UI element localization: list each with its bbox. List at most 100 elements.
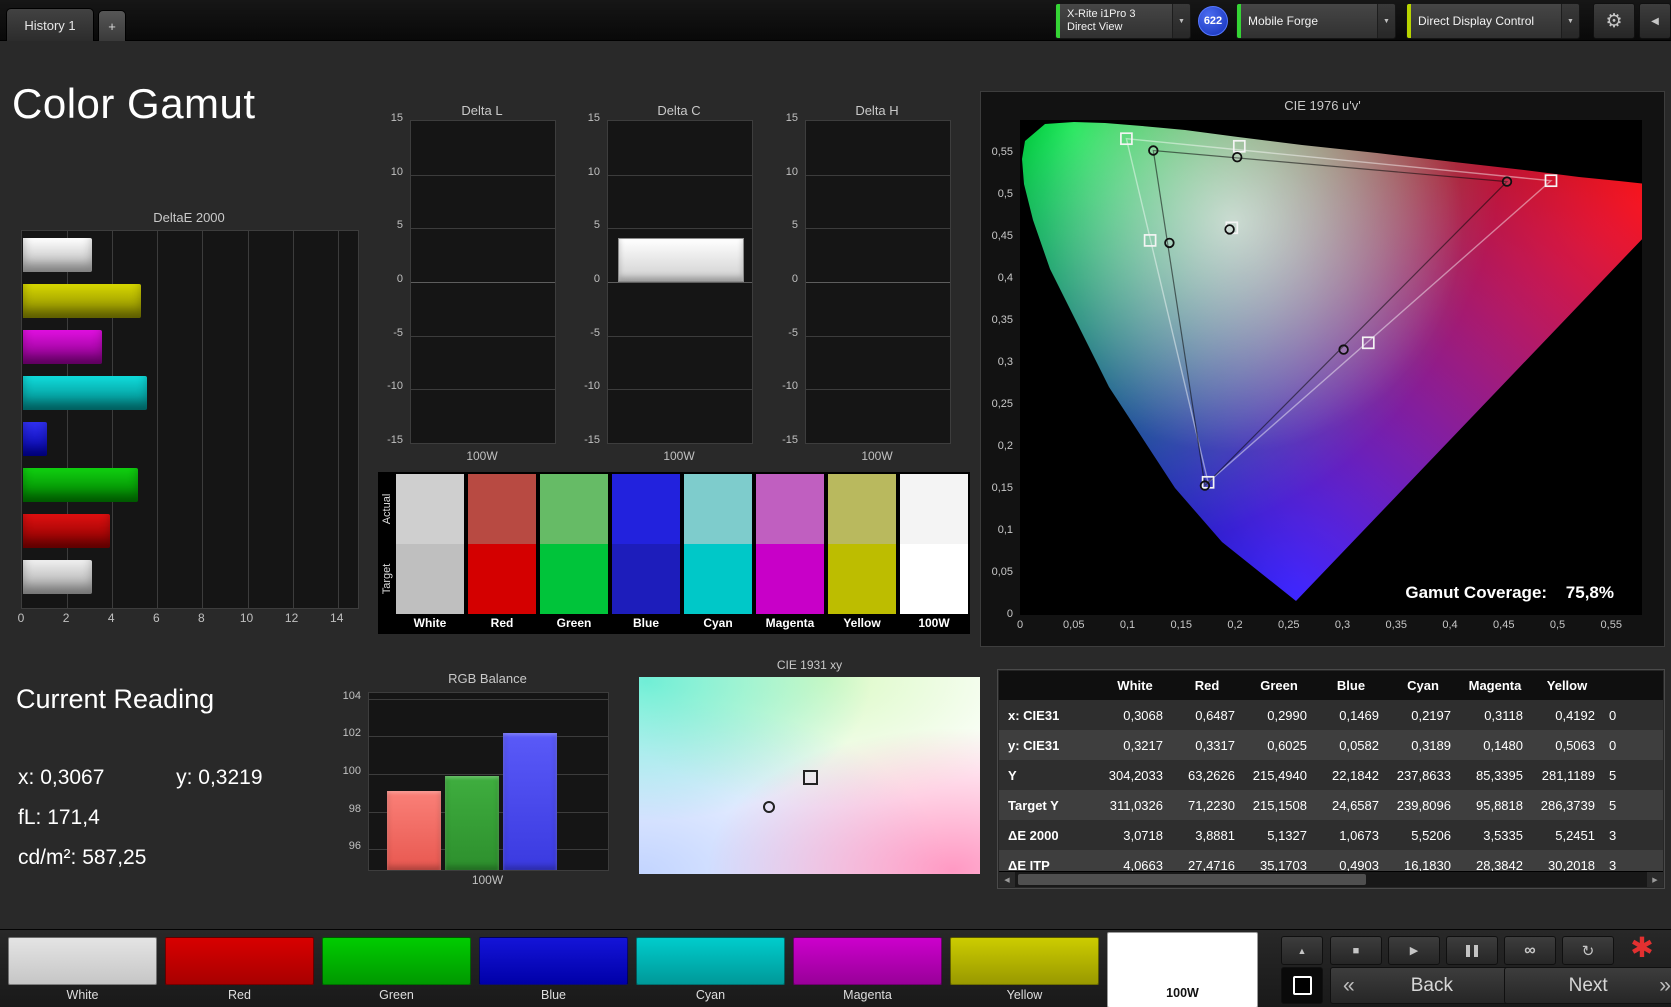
pattern-swatch	[1108, 933, 1257, 983]
alert-button[interactable]: ✱	[1618, 930, 1666, 964]
table-cell: 3,8881	[1195, 827, 1235, 843]
cie-xtick: 0,15	[1170, 619, 1192, 631]
cie-ytick: 0,4	[997, 272, 1013, 284]
table-cell-partial: 3	[1609, 857, 1617, 873]
cie1931-plot	[639, 677, 980, 874]
table-scrollbar[interactable]: ◀ ▶	[999, 871, 1663, 887]
table-col-header: Green	[1260, 678, 1298, 693]
scrollbar-track[interactable]	[1015, 872, 1647, 887]
back-button[interactable]: « Back	[1330, 967, 1522, 1004]
swatch-target	[612, 544, 680, 614]
table-row: ΔE ITP 4,0663 27,4716 35,1703 0,4903 16,1830 2…	[999, 850, 1663, 872]
meter-name: X-Rite i1Pro 3	[1067, 7, 1136, 20]
pause-button[interactable]	[1446, 936, 1498, 965]
plus-icon: +	[108, 18, 116, 34]
infinity-icon: ∞	[1524, 941, 1536, 959]
delta-gridline	[806, 335, 950, 337]
settings-button[interactable]: ⚙	[1593, 3, 1635, 39]
calibration-app: History 1 + X-Rite i1Pro 3 Direct View ▼…	[0, 0, 1671, 1007]
delta-gridline	[608, 282, 752, 283]
deltae-xtick: 6	[152, 611, 160, 625]
pattern-blue[interactable]: Blue	[479, 937, 628, 1003]
deltae-bar-100w	[23, 560, 93, 594]
delta-ytick: 0	[791, 273, 798, 285]
add-tab-button[interactable]: +	[98, 10, 126, 41]
pattern-up-button[interactable]: ▲	[1281, 936, 1323, 965]
deltae-bar-white	[23, 238, 93, 272]
delta-gridline	[411, 389, 555, 391]
pattern-100w[interactable]: 100W	[1107, 932, 1258, 1007]
cie-ytick: 0,2	[997, 440, 1013, 452]
table-col-header: Cyan	[1407, 678, 1439, 693]
delta-gridline	[608, 389, 752, 391]
pattern-swatch	[636, 937, 785, 985]
table-cell: 4,0663	[1123, 857, 1163, 873]
delta-ytick: -5	[788, 326, 798, 339]
pattern-red[interactable]: Red	[165, 937, 314, 1003]
table-cell: 0,1480	[1483, 737, 1523, 753]
swatch-label: Yellow	[843, 616, 881, 630]
scroll-right-icon[interactable]: ▶	[1647, 872, 1663, 887]
deltae-bar-green	[23, 468, 139, 502]
cie-plot: Gamut Coverage: 75,8%	[1020, 120, 1642, 615]
collapse-panel-button[interactable]: ◀	[1639, 3, 1671, 39]
target-row-label: Target	[381, 563, 393, 595]
delta-gridline	[806, 282, 950, 283]
delta-bar	[618, 238, 744, 282]
table-col-header: Yellow	[1546, 678, 1588, 693]
spectral-locus-fill	[1022, 122, 1642, 601]
pattern-green[interactable]: Green	[322, 937, 471, 1003]
delta-gridline	[806, 228, 950, 230]
table-cell-partial: 5	[1609, 797, 1617, 813]
delta-ytick: -10	[584, 380, 600, 393]
deltae-xtick: 12	[284, 611, 299, 625]
pattern-window-button[interactable]	[1281, 967, 1323, 1004]
next-button[interactable]: Next »	[1504, 967, 1671, 1004]
continuous-measure-button[interactable]: ∞	[1504, 936, 1556, 965]
rgb-ylabels: 104 102 100 98 96	[330, 690, 364, 869]
pause-icon	[1466, 944, 1470, 957]
tab-history[interactable]: History 1	[6, 8, 94, 41]
loop-icon: ↻	[1581, 942, 1595, 960]
delta-ytick: 15	[785, 112, 798, 124]
cie1931-target-marker	[802, 770, 818, 786]
swatch-label: 100W	[918, 616, 950, 630]
table-cell: 215,4940	[1252, 767, 1307, 783]
y-value: 0,3219	[198, 766, 263, 789]
scrollbar-thumb[interactable]	[1018, 874, 1366, 885]
table-cell: 0,2990	[1267, 707, 1307, 723]
source-name: Mobile Forge	[1248, 13, 1319, 28]
loop-button[interactable]: ↻	[1562, 936, 1614, 965]
table-cell: 71,2230	[1188, 797, 1235, 813]
swatch-target	[540, 544, 608, 614]
table-cell: 0,3189	[1411, 737, 1451, 753]
meter-dropdown[interactable]: X-Rite i1Pro 3 Direct View ▼	[1055, 3, 1191, 39]
scroll-left-icon[interactable]: ◀	[999, 872, 1015, 887]
cie-xlabels: 0 0,05 0,1 0,15 0,2 0,25 0,3 0,35 0,4 0,45 0,5 0,55	[1017, 619, 1642, 635]
rgb-gridline	[369, 736, 608, 738]
swatch-actual	[828, 474, 896, 544]
pattern-white[interactable]: White	[8, 937, 157, 1003]
delta-ytick: -5	[590, 326, 600, 339]
stop-button[interactable]: ■	[1330, 936, 1382, 965]
display-control-dropdown[interactable]: Direct Display Control ▼	[1406, 3, 1580, 39]
play-button[interactable]: ▶	[1388, 936, 1440, 965]
deltae-bars	[23, 231, 358, 608]
table-cell: 27,4716	[1188, 857, 1235, 873]
swatch-grid: White Red Green Blue Cyan Magenta Yellow 100W	[396, 474, 968, 632]
pattern-yellow[interactable]: Yellow	[950, 937, 1099, 1003]
pattern-label: Blue	[540, 988, 567, 1002]
source-dropdown[interactable]: Mobile Forge ▼	[1236, 3, 1396, 39]
pattern-cyan[interactable]: Cyan	[636, 937, 785, 1003]
table-row: x: CIE31 0,3068 0,6487 0,2990 0,1469 0,2197 0,…	[999, 700, 1663, 730]
delta-l-xlabel: 100W	[466, 449, 498, 463]
deltae-plot	[21, 230, 359, 609]
pattern-magenta[interactable]: Magenta	[793, 937, 942, 1003]
deltae-xtick: 0	[17, 611, 25, 625]
table-cell-partial: 0	[1609, 737, 1617, 753]
up-arrow-icon: ▲	[1297, 945, 1307, 956]
pattern-label: Cyan	[695, 988, 726, 1002]
delta-ytick: -15	[782, 434, 798, 446]
swatch-magenta: Magenta	[756, 474, 824, 632]
tab-history-label: History 1	[24, 17, 76, 33]
